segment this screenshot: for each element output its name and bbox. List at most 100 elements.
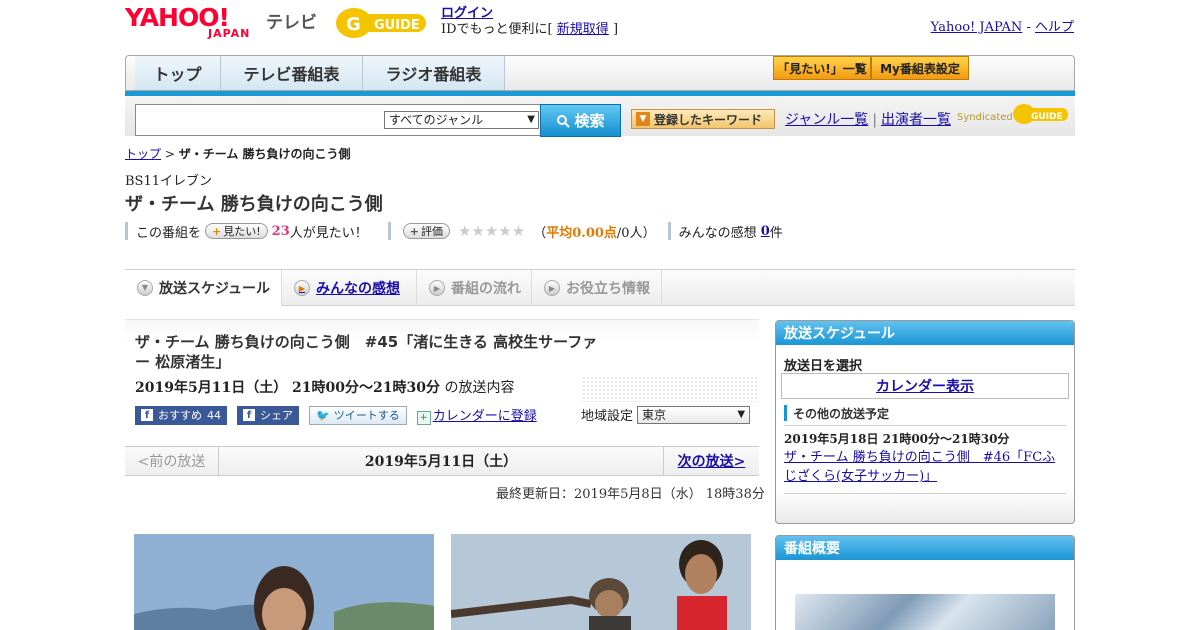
episode-date-value: 2019年5月11日（土） 21時00分～21時30分: [135, 380, 440, 396]
login-suffix: ]: [612, 22, 619, 37]
genre-list-link[interactable]: ジャンル一覧: [785, 112, 868, 128]
want-count: 23: [271, 223, 290, 239]
rate-button[interactable]: + 評価: [402, 223, 450, 239]
plus-icon: +: [409, 224, 419, 238]
average-rest: /0人）: [616, 225, 656, 241]
gguide-logo: G GUIDE: [336, 8, 426, 38]
chevron-right-icon: ▶: [294, 280, 310, 296]
my-schedule-button[interactable]: My番組表設定: [871, 56, 969, 80]
yahoo-japan-link[interactable]: Yahoo! JAPAN: [931, 20, 1023, 35]
facebook-recommend-label: おすすめ: [158, 409, 202, 422]
search-icon: [557, 114, 571, 128]
genre-select[interactable]: すべてのジャンル ▼: [384, 111, 539, 129]
stat-divider: [667, 222, 671, 240]
region-select-value: 東京: [642, 407, 667, 422]
region-label: 地域設定: [581, 409, 634, 424]
chevron-down-icon: ▼: [137, 279, 153, 296]
header-link-separator: -: [1026, 20, 1031, 35]
region-select[interactable]: 東京 ▼: [637, 405, 751, 424]
login-area: ログイン IDでもっと便利に[ 新規取得 ]: [441, 6, 618, 38]
current-broadcast-date: 2019年5月11日（土）: [364, 454, 518, 470]
tab-radio-schedule[interactable]: ラジオ番組表: [363, 56, 505, 90]
breadcrumb-current: ザ・チーム 勝ち負けの向こう側: [178, 147, 351, 161]
main-nav: トップ テレビ番組表 ラジオ番組表 「見たい!」一覧 My番組表設定: [125, 55, 1075, 91]
last-updated: 最終更新日：2019年5月8日（水） 18時38分: [496, 487, 765, 502]
chevron-right-icon: ▶: [429, 280, 445, 296]
next-broadcast-link[interactable]: 次の放送>: [663, 447, 759, 475]
cast-list-link[interactable]: 出演者一覧: [881, 112, 951, 128]
tab-label: 番組の流れ: [451, 281, 521, 297]
breadcrumb-top-link[interactable]: トップ: [125, 147, 161, 161]
broadcast-navigation: <前の放送 2019年5月11日（土） 次の放送>: [125, 446, 759, 476]
breadcrumb: トップ > ザ・チーム 勝ち負けの向こう側: [125, 145, 351, 162]
stat-divider: [125, 222, 128, 240]
average-score: 平均0.00点: [546, 225, 617, 241]
tab-tv-schedule[interactable]: テレビ番組表: [221, 56, 363, 90]
tab-top[interactable]: トップ: [135, 56, 221, 90]
calendar-view-link[interactable]: カレンダー表示: [781, 373, 1069, 399]
registered-keyword-button[interactable]: ▼ 登録したキーワード: [631, 109, 775, 129]
episode-photo-surfer: [134, 534, 434, 630]
dropdown-arrow-icon: ▼: [737, 408, 746, 420]
other-broadcast-date: 2019年5月18日 21時00分～21時30分: [784, 432, 1010, 446]
tweet-label: ツイートする: [333, 409, 400, 422]
header-links: Yahoo! JAPAN - ヘルプ: [931, 16, 1074, 35]
facebook-recommend-button[interactable]: f おすすめ 44: [135, 405, 227, 425]
svg-text:GUIDE: GUIDE: [1031, 112, 1063, 122]
calendar-register-link[interactable]: カレンダーに登録: [433, 409, 537, 424]
breadcrumb-separator: >: [164, 147, 175, 161]
rate-button-label: 評価: [420, 225, 443, 238]
facebook-icon: f: [243, 409, 255, 421]
dot-pattern: [582, 376, 758, 402]
want-prefix: この番組を: [136, 225, 202, 241]
episode-photo-coach: [451, 534, 751, 630]
tab-broadcast-schedule[interactable]: ▼ 放送スケジュール: [125, 270, 282, 307]
japan-logo-text: JAPAN: [208, 27, 251, 40]
twitter-bird-icon: 🐦: [316, 408, 330, 422]
other-schedule-heading: その他の放送予定: [784, 405, 1066, 421]
tab-useful-info[interactable]: ▶ お役立ち情報: [532, 270, 662, 306]
genre-select-value: すべてのジャンル: [389, 113, 484, 127]
stat-divider: [387, 222, 391, 240]
help-link[interactable]: ヘルプ: [1035, 20, 1074, 35]
registered-keyword-label: 登録したキーワード: [654, 112, 763, 127]
want-button[interactable]: + 見たい!: [205, 223, 268, 239]
facebook-share-label: シェア: [260, 409, 293, 422]
want-list-button[interactable]: 「見たい!」一覧: [773, 56, 871, 80]
program-stats: この番組を + 見たい! 23 人が見たい！ + 評価 ★★★★★ （平均0.00点…: [125, 221, 783, 241]
calendar-icon: +: [416, 411, 431, 425]
episode-date: 2019年5月11日（土） 21時00分～21時30分 の放送内容: [135, 377, 514, 397]
impressions-unit: 件: [769, 225, 783, 241]
tweet-button[interactable]: 🐦 ツイートする: [309, 405, 407, 425]
signup-link[interactable]: 新規取得: [557, 22, 609, 37]
program-subtabs: ▼ 放送スケジュール ▶ みんなの感想 ▶ 番組の流れ ▶ お役立ち情報: [125, 269, 1075, 307]
region-setting: 地域設定 東京 ▼: [581, 405, 751, 424]
tab-label: みんなの感想: [316, 281, 400, 297]
schedule-panel-heading: 放送スケジュール: [776, 321, 1074, 345]
other-broadcast-link[interactable]: ザ・チーム 勝ち負けの向こう側 #46「FCふじざくら(女子サッカー)」: [784, 448, 1064, 486]
impressions-count-link[interactable]: 0: [761, 224, 770, 239]
select-date-label: 放送日を選択: [784, 359, 863, 374]
tab-program-flow[interactable]: ▶ 番組の流れ: [417, 270, 532, 306]
search-button[interactable]: 検索: [540, 104, 621, 137]
link-separator: |: [872, 112, 878, 128]
facebook-share-button[interactable]: f シェア: [237, 405, 299, 425]
calendar-register[interactable]: + カレンダーに登録: [416, 405, 537, 425]
plus-icon: +: [212, 224, 222, 238]
tab-label: 放送スケジュール: [159, 280, 271, 297]
want-button-label: 見たい!: [223, 225, 261, 238]
search-links: ジャンル一覧 | 出演者一覧: [785, 109, 951, 129]
login-link[interactable]: ログイン: [441, 6, 493, 21]
tab-impressions[interactable]: ▶ みんなの感想: [282, 270, 417, 306]
dropdown-arrow-icon: ▼: [527, 114, 535, 125]
divider: [784, 493, 1066, 494]
tv-logo-text[interactable]: テレビ: [266, 8, 317, 33]
share-row: f おすすめ 44 f シェア 🐦 ツイートする + カレンダーに登録: [135, 405, 537, 425]
facebook-count: 44: [207, 408, 221, 422]
search-button-label: 検索: [574, 112, 605, 130]
svg-text:G: G: [346, 14, 361, 35]
episode-title: ザ・チーム 勝ち負けの向こう側 #45「渚に生きる 高校生サーファー 松原渚生」: [135, 333, 598, 371]
rating-stars: ★★★★★: [457, 222, 526, 240]
program-summary-image: [795, 594, 1055, 630]
program-summary-heading: 番組概要: [776, 536, 1074, 560]
